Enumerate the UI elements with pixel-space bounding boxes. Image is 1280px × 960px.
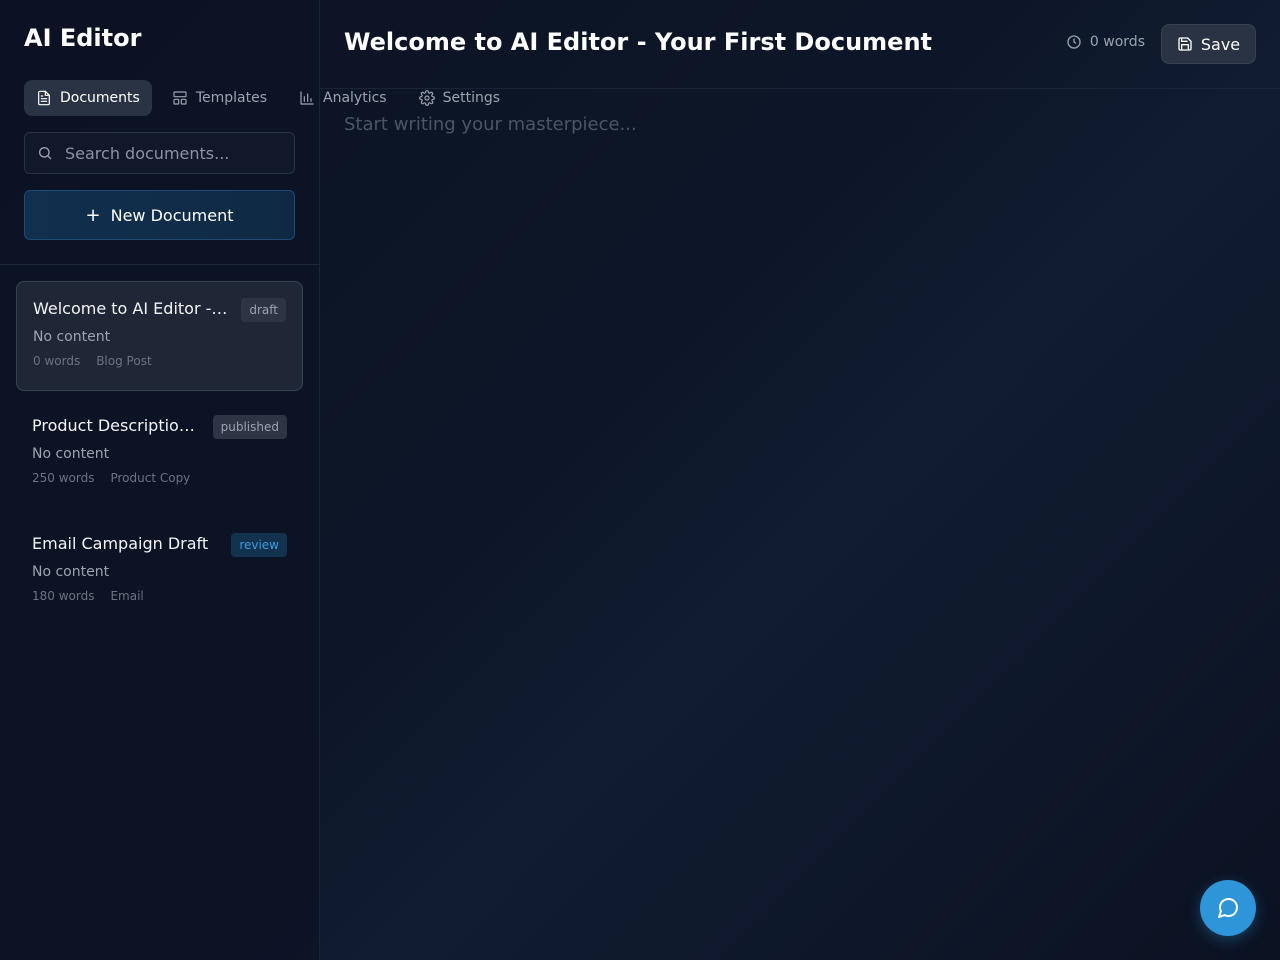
document-card[interactable]: Email Campaign Draft review No content 1… bbox=[16, 517, 303, 627]
sidebar: AI Editor Documents Templates Analytics … bbox=[0, 0, 500, 960]
document-heading[interactable]: Welcome to AI Editor - Your First Docume… bbox=[344, 28, 932, 56]
word-count: 0 words bbox=[1066, 34, 1145, 50]
document-meta: 180 words Email bbox=[32, 589, 287, 603]
nav-templates-label: Templates bbox=[195, 90, 268, 106]
nav-documents[interactable]: Documents bbox=[24, 80, 152, 116]
app-title: AI Editor bbox=[24, 24, 142, 52]
document-word-count: 250 words bbox=[32, 471, 95, 485]
save-label: Save bbox=[1200, 34, 1241, 54]
document-word-count: 0 words bbox=[33, 354, 81, 368]
search-icon bbox=[39, 147, 52, 160]
new-document-button[interactable]: + New Document bbox=[24, 190, 295, 240]
search-box bbox=[24, 132, 295, 174]
layout-icon bbox=[173, 91, 187, 105]
editor-panel: Welcome to AI Editor - Your First Docume… bbox=[320, 0, 1280, 960]
bar-chart-icon bbox=[300, 91, 314, 105]
document-card[interactable]: Welcome to AI Editor - Your First Docume… bbox=[16, 281, 303, 391]
sidebar-divider bbox=[0, 264, 320, 265]
document-meta: 0 words Blog Post bbox=[33, 354, 286, 368]
message-circle-icon bbox=[1218, 897, 1239, 918]
document-meta: 250 words Product Copy bbox=[32, 471, 287, 485]
document-type: Blog Post bbox=[96, 354, 152, 368]
editor-header: Welcome to AI Editor - Your First Docume… bbox=[320, 0, 1280, 89]
document-excerpt: No content bbox=[32, 564, 110, 580]
status-badge: review bbox=[231, 533, 287, 557]
document-type: Email bbox=[110, 589, 144, 603]
save-icon bbox=[1178, 37, 1192, 51]
document-title: Email Campaign Draft bbox=[32, 534, 209, 553]
nav-templates[interactable]: Templates bbox=[160, 80, 279, 116]
document-excerpt: No content bbox=[33, 329, 111, 345]
document-title: Welcome to AI Editor - Your First Docume… bbox=[33, 299, 228, 318]
file-icon bbox=[38, 90, 50, 106]
clock-icon bbox=[1067, 35, 1081, 49]
new-document-label: New Document bbox=[110, 205, 234, 225]
document-list: Welcome to AI Editor - Your First Docume… bbox=[16, 281, 303, 635]
save-button[interactable]: Save bbox=[1161, 24, 1256, 64]
document-word-count: 180 words bbox=[32, 589, 95, 603]
word-count-label: 0 words bbox=[1089, 34, 1145, 50]
document-excerpt: No content bbox=[32, 446, 110, 462]
plus-icon: + bbox=[85, 204, 101, 226]
status-badge: published bbox=[212, 415, 287, 439]
document-card[interactable]: Product Description Template published N… bbox=[16, 399, 303, 509]
chat-button[interactable] bbox=[1200, 880, 1256, 936]
editor-textarea[interactable] bbox=[344, 114, 1256, 934]
search-input[interactable] bbox=[65, 143, 285, 163]
document-type: Product Copy bbox=[110, 471, 191, 485]
document-title: Product Description Template bbox=[32, 416, 204, 435]
status-badge: draft bbox=[241, 298, 286, 322]
app-root: AI Editor Documents Templates Analytics … bbox=[0, 0, 1280, 960]
nav-documents-label: Documents bbox=[60, 90, 140, 106]
